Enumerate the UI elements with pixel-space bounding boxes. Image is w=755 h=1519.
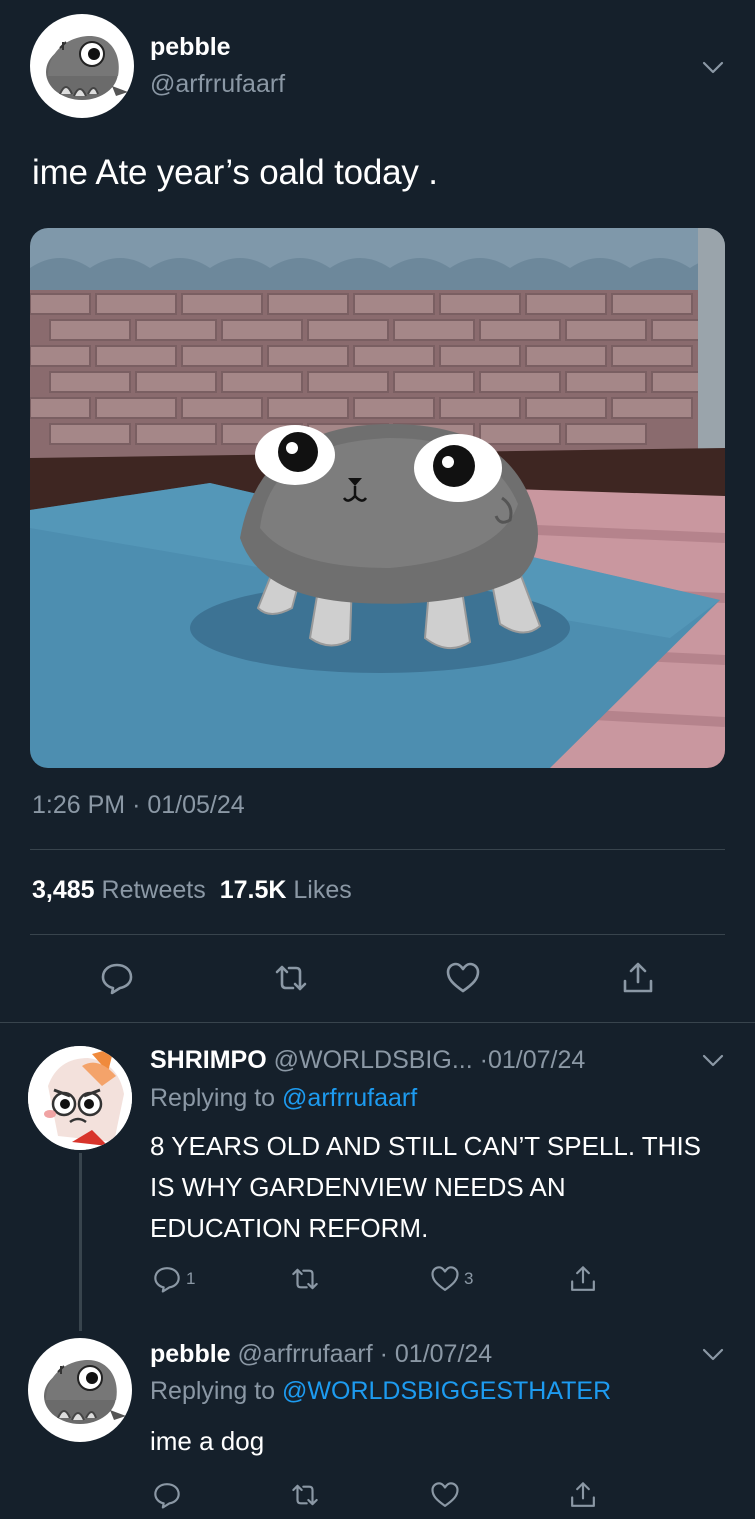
replying-to-link[interactable]: @arfrrufaarf [282, 1084, 417, 1112]
reply-button[interactable] [97, 958, 137, 998]
reply-date[interactable]: 01/07/24 [488, 1046, 585, 1074]
retweet-icon [292, 1484, 318, 1506]
reply-author-handle[interactable]: @WORLDSBIG... [274, 1046, 473, 1074]
likes-count: 17.5K [219, 876, 287, 904]
section-divider [0, 1022, 755, 1023]
author-display-name[interactable]: pebble [150, 33, 231, 62]
retweets-label: Retweets [101, 876, 206, 904]
retweet-button[interactable] [290, 1480, 320, 1510]
chevron-down-icon[interactable] [699, 1046, 727, 1074]
share-icon [571, 1266, 595, 1291]
reply-date-separator: · [372, 1340, 395, 1368]
retweet-icon [292, 1268, 318, 1290]
reply-date[interactable]: 01/07/24 [395, 1340, 492, 1368]
reply-author-handle[interactable]: @arfrrufaarf [238, 1340, 373, 1368]
timestamp-separator: · [132, 791, 148, 819]
likes-stat[interactable]: 17.5K Likes [220, 876, 352, 904]
like-button[interactable] [443, 958, 483, 998]
reply-button[interactable]: 1 [152, 1264, 195, 1294]
replying-to-link[interactable]: @WORLDSBIGGESTHATER [282, 1377, 611, 1405]
author-avatar[interactable] [30, 14, 134, 118]
like-button[interactable] [430, 1480, 460, 1510]
reply-header: pebble @arfrrufaarf · 01/07/24 [150, 1340, 492, 1369]
replying-to: Replying to @WORLDSBIGGESTHATER [150, 1377, 611, 1406]
share-button[interactable] [618, 958, 658, 998]
share-icon [571, 1482, 595, 1507]
tweet-image[interactable] [30, 228, 725, 768]
like-count: 3 [464, 1269, 474, 1288]
reply-header: SHRIMPO @WORLDSBIG... ·01/07/24 [150, 1046, 585, 1075]
thread-line [79, 1153, 82, 1331]
tweet-text: ime Ate year’s oald today . [32, 153, 438, 192]
reply-author-name[interactable]: SHRIMPO [150, 1046, 267, 1074]
share-button[interactable] [568, 1480, 598, 1510]
divider [30, 934, 725, 935]
divider [30, 849, 725, 850]
reply-button[interactable] [152, 1480, 182, 1510]
replying-to: Replying to @arfrrufaarf [150, 1084, 417, 1113]
reply-author-avatar[interactable] [28, 1046, 132, 1150]
tweet-date: 01/05/24 [147, 791, 245, 819]
like-icon [431, 1266, 459, 1291]
retweet-button[interactable] [290, 1264, 320, 1294]
reply-text: ime a dog [150, 1426, 265, 1456]
reply-icon [101, 963, 133, 995]
retweets-stat[interactable]: 3,485 Retweets [32, 876, 206, 904]
tweet-time: 1:26 PM [32, 791, 126, 819]
likes-label: Likes [293, 876, 352, 904]
reply-icon [154, 1267, 180, 1293]
replying-to-label: Replying to [150, 1377, 276, 1405]
chevron-down-icon[interactable] [699, 53, 727, 81]
like-icon [446, 962, 480, 993]
reply-count: 1 [186, 1269, 196, 1288]
reply-author-name[interactable]: pebble [150, 1340, 231, 1368]
replying-to-label: Replying to [150, 1084, 276, 1112]
retweets-count: 3,485 [32, 876, 95, 904]
reply-author-avatar[interactable] [28, 1338, 132, 1442]
engagement-stats: 3,485 Retweets 17.5K Likes [32, 876, 352, 905]
like-icon [431, 1482, 459, 1507]
retweet-icon [275, 965, 307, 991]
reply-icon [154, 1483, 180, 1509]
chevron-down-icon[interactable] [699, 1340, 727, 1368]
reply-text: 8 YEARS OLD AND STILL CAN’T SPELL. THIS … [150, 1131, 702, 1243]
retweet-button[interactable] [271, 958, 311, 998]
like-button[interactable]: 3 [430, 1264, 473, 1294]
tweet-timestamp[interactable]: 1:26 PM · 01/05/24 [32, 791, 245, 820]
author-handle[interactable]: @arfrrufaarf [150, 70, 285, 99]
share-icon [623, 962, 653, 993]
share-button[interactable] [568, 1264, 598, 1294]
reply-date-separator: · [479, 1046, 488, 1074]
